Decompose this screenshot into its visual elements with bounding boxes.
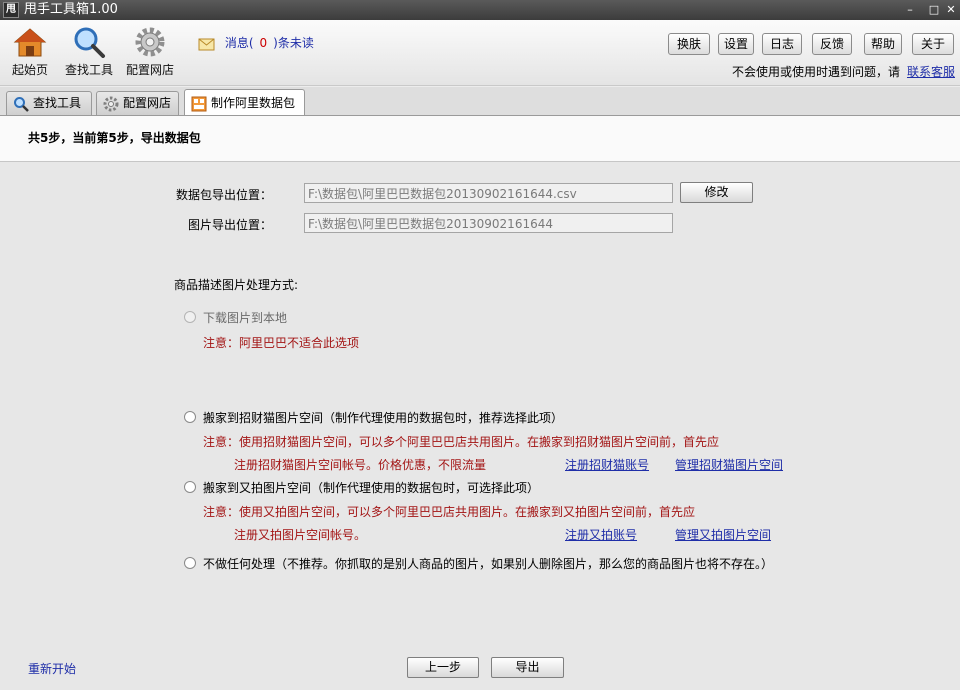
option-download-text: 下载图片到本地 [203, 311, 288, 325]
option-youpai-text: 搬家到又拍图片空间（制作代理使用的数据包时，可选择此项） [203, 481, 540, 495]
main-toolbar: 起始页 查找工具 配置网店 消息( 0 )条未读 换肤 设置 日志 反馈 帮助 关于… [0, 20, 960, 86]
zhaocaimao-note-line1: 注意：使用招财猫图片空间，可以多个阿里巴巴店共用图片。在搬家到招财猫图片空间前，… [203, 435, 720, 449]
image-handling-label: 商品描述图片处理方式: [174, 278, 299, 292]
tab-bar: 查找工具 配置网店 制作阿里数据包 [0, 87, 960, 116]
app-logo-icon: 甩 [3, 2, 19, 18]
radio-download-local[interactable] [184, 311, 196, 323]
magnifier-icon [14, 97, 29, 112]
zhaocaimao-note-line2: 注册招财猫图片空间帐号。价格优惠，不限流量 [234, 458, 487, 472]
tab-make-ali-package[interactable]: 制作阿里数据包 [184, 89, 305, 116]
magnifier-icon [74, 27, 105, 58]
tab-config-shop[interactable]: 配置网店 [96, 91, 179, 115]
tab-label: 查找工具 [33, 96, 82, 110]
youpai-note-line1: 注意：使用又拍图片空间，可以多个阿里巴巴店共用图片。在搬家到又拍图片空间前，首先… [203, 505, 696, 519]
title-bar: 甩 甩手工具箱1.00 – □ ✕ [0, 0, 960, 20]
config-shop-label: 配置网店 [125, 63, 174, 77]
maximize-button[interactable]: □ [925, 2, 943, 18]
home-icon [13, 28, 47, 57]
gear-icon [135, 27, 165, 57]
skin-button[interactable]: 换肤 [668, 33, 710, 55]
step-header: 共5步，当前第5步，导出数据包 [0, 116, 960, 162]
download-note: 注意：阿里巴巴不适合此选项 [203, 336, 360, 350]
restart-link[interactable]: 重新开始 [28, 660, 76, 677]
help-button[interactable]: 帮助 [864, 33, 902, 55]
previous-step-button[interactable]: 上一步 [407, 657, 479, 678]
help-text: 不会使用或使用时遇到问题，请 [731, 65, 900, 79]
option-none-text: 不做任何处理（不推荐。你抓取的是别人商品的图片，如果别人删除图片，那么您的商品图… [203, 557, 774, 571]
option-zhaocaimao[interactable]: 搬家到招财猫图片空间（制作代理使用的数据包时，推荐选择此项） [184, 409, 563, 426]
tab-label: 制作阿里数据包 [211, 96, 296, 110]
zhaocaimao-register-link[interactable]: 注册招财猫账号 [565, 456, 649, 473]
close-button[interactable]: ✕ [942, 2, 960, 18]
youpai-register-link[interactable]: 注册又拍账号 [565, 526, 637, 543]
find-tools-label: 查找工具 [64, 63, 113, 77]
option-zhaocaimao-text: 搬家到招财猫图片空间（制作代理使用的数据包时，推荐选择此项） [203, 411, 564, 425]
message-suffix: )条未读 [273, 36, 314, 50]
option-youpai[interactable]: 搬家到又拍图片空间（制作代理使用的数据包时，可选择此项） [184, 479, 539, 496]
settings-button[interactable]: 设置 [718, 33, 754, 55]
config-shop-button[interactable]: 配置网店 [120, 26, 180, 82]
contact-support-link[interactable]: 联系客服 [907, 63, 955, 80]
feedback-button[interactable]: 反馈 [812, 33, 852, 55]
option-download-local[interactable]: 下载图片到本地 [184, 309, 287, 326]
tab-label: 配置网店 [123, 96, 172, 110]
image-export-path-input[interactable] [304, 213, 673, 233]
step-title: 共5步，当前第5步，导出数据包 [28, 131, 201, 145]
tab-find-tools[interactable]: 查找工具 [6, 91, 92, 115]
wizard-panel: 共5步，当前第5步，导出数据包 数据包导出位置： 修改 图片导出位置： 商品描述… [0, 115, 960, 690]
message-count: 0 [259, 36, 268, 50]
option-no-processing[interactable]: 不做任何处理（不推荐。你抓取的是别人商品的图片，如果别人删除图片，那么您的商品图… [184, 555, 773, 572]
log-button[interactable]: 日志 [762, 33, 802, 55]
radio-no-processing[interactable] [184, 557, 196, 569]
minimize-button[interactable]: – [901, 2, 919, 18]
package-export-label: 数据包导出位置： [175, 188, 272, 202]
about-button[interactable]: 关于 [912, 33, 954, 55]
radio-zhaocaimao[interactable] [184, 411, 196, 423]
package-icon [191, 96, 207, 112]
message-indicator[interactable]: 消息( 0 )条未读 [198, 34, 314, 50]
envelope-icon [198, 38, 215, 50]
gear-icon [103, 96, 119, 112]
find-tools-button[interactable]: 查找工具 [59, 26, 119, 82]
home-label: 起始页 [11, 63, 48, 77]
export-button[interactable]: 导出 [491, 657, 564, 678]
window-title: 甩手工具箱1.00 [24, 2, 118, 17]
package-export-path-input[interactable] [304, 183, 673, 203]
youpai-manage-link[interactable]: 管理又拍图片空间 [675, 526, 771, 543]
radio-youpai[interactable] [184, 481, 196, 493]
message-prefix: 消息( [224, 36, 254, 50]
modify-button[interactable]: 修改 [680, 182, 753, 203]
home-button[interactable]: 起始页 [0, 26, 60, 82]
zhaocaimao-manage-link[interactable]: 管理招财猫图片空间 [675, 456, 783, 473]
image-export-label: 图片导出位置： [187, 218, 272, 232]
youpai-note-line2: 注册又拍图片空间帐号。 [234, 528, 367, 542]
